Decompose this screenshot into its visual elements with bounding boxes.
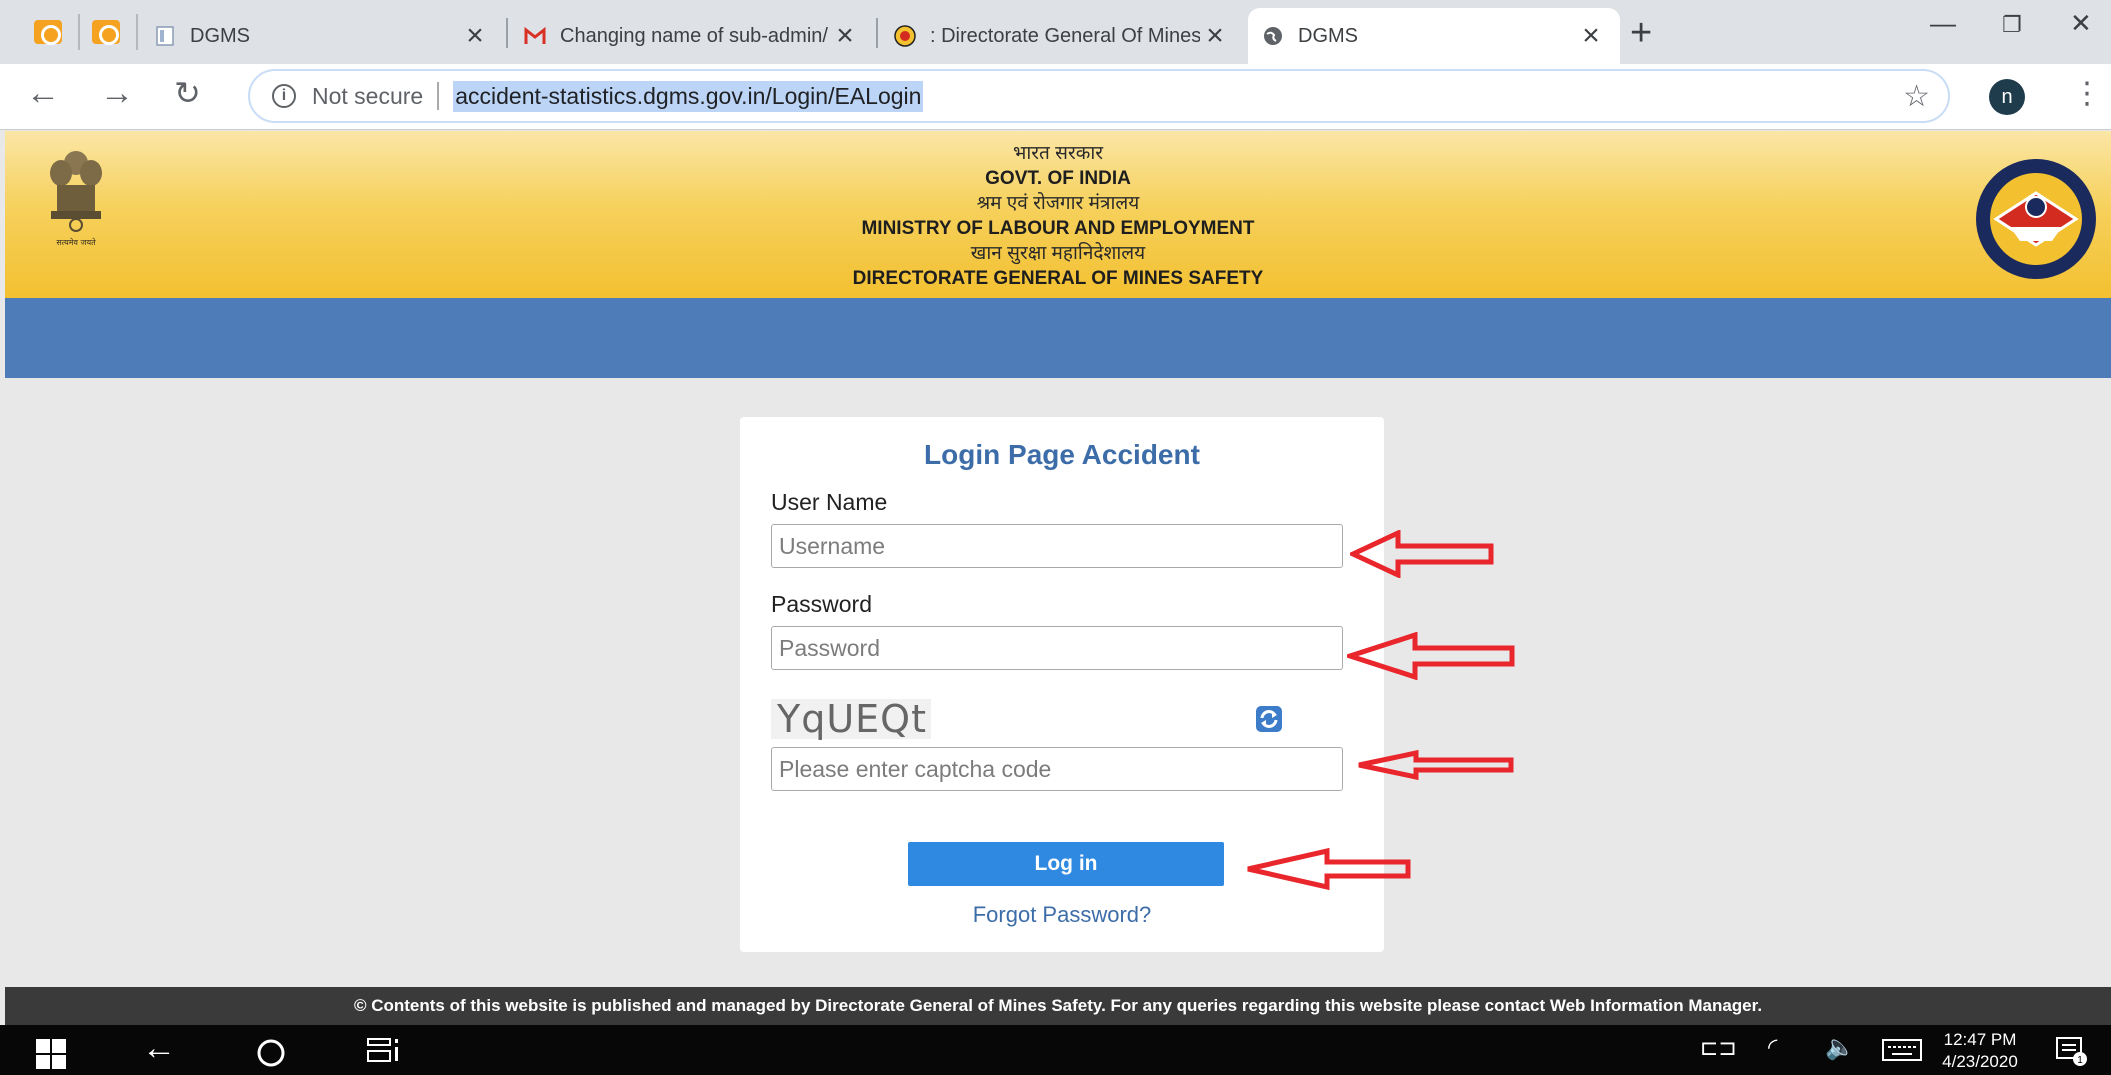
windows-start-icon[interactable] — [36, 1039, 66, 1069]
refresh-captcha-icon[interactable] — [1255, 705, 1283, 733]
header-line-hindi-govt: भारत सरकार — [1012, 143, 1104, 164]
keyboard-icon[interactable] — [1882, 1039, 1922, 1061]
volume-icon[interactable]: 🔈 — [1825, 1033, 1855, 1062]
header-line-hindi-ministry: श्रम एवं रोजगार मंत्रालय — [976, 193, 1140, 214]
globe-icon — [1264, 27, 1282, 45]
close-icon[interactable]: × — [460, 19, 490, 53]
taskbar: ← ⊏⊐ ◜ 🔈 12:47 PM 4/23/2020 1 — [0, 1025, 2111, 1075]
close-icon[interactable]: × — [830, 19, 860, 53]
info-icon[interactable]: i — [272, 84, 296, 108]
captcha-image: YqUEQt — [771, 699, 931, 739]
close-icon[interactable]: × — [1200, 19, 1230, 53]
new-tab-button[interactable]: + — [1630, 12, 1652, 55]
site-header: सत्यमेव जयते भारत सरकार GOVT. OF INDIA श… — [5, 131, 2111, 298]
profile-avatar[interactable]: n — [1989, 79, 2025, 115]
captcha-input[interactable] — [771, 747, 1343, 791]
task-view-icon[interactable] — [366, 1035, 400, 1067]
pinned-tab-icon[interactable] — [34, 20, 62, 45]
header-title-block: भारत सरकार GOVT. OF INDIA श्रम एवं रोजगा… — [5, 141, 2111, 291]
annotation-arrow-icon — [1350, 530, 1494, 578]
system-clock[interactable]: 12:47 PM 4/23/2020 — [1930, 1029, 2030, 1073]
annotation-arrow-icon — [1247, 848, 1411, 890]
clock-time: 12:47 PM — [1943, 1030, 2017, 1049]
dgms-favicon-icon — [894, 25, 916, 47]
login-title: Login Page Accident — [924, 439, 1200, 470]
browser-menu-icon[interactable]: ⋮ — [2072, 76, 2102, 111]
browser-toolbar: ← → ↻ i Not secure accident-statistics.d… — [0, 64, 2111, 130]
header-line-ministry: MINISTRY OF LABOUR AND EMPLOYMENT — [861, 218, 1255, 239]
username-label: User Name — [771, 489, 888, 515]
gmail-icon — [524, 26, 546, 44]
tab-gmail[interactable]: Changing name of sub-admin/ × — [510, 8, 874, 64]
url-text[interactable]: accident-statistics.dgms.gov.in/Login/EA… — [453, 80, 924, 112]
annotation-arrow-icon — [1347, 632, 1515, 680]
tab-directorate[interactable]: : Directorate General Of Mines × — [880, 8, 1244, 64]
window-close-button[interactable]: ✕ — [2070, 8, 2092, 39]
site-footer: © Contents of this website is published … — [5, 987, 2111, 1025]
tab-label: DGMS — [190, 24, 250, 47]
header-line-hindi-dgms: खान सुरक्षा महानिदेशालय — [970, 243, 1146, 264]
annotation-arrow-icon — [1358, 749, 1514, 781]
tab-divider — [876, 18, 878, 48]
back-arrow-icon[interactable]: ← — [142, 1029, 176, 1068]
address-bar[interactable]: i Not secure accident-statistics.dgms.go… — [248, 69, 1950, 123]
restore-button[interactable]: ❐ — [2002, 12, 2022, 38]
clock-date: 4/23/2020 — [1942, 1052, 2018, 1071]
back-button[interactable]: ← — [26, 74, 60, 113]
notification-center-icon[interactable]: 1 — [2054, 1035, 2088, 1067]
wifi-icon[interactable]: ◜ — [1768, 1033, 1777, 1062]
nav-band — [5, 298, 2111, 378]
login-button[interactable]: Log in — [908, 842, 1224, 886]
tab-dgms-1[interactable]: DGMS × — [140, 8, 504, 64]
header-line-dgms: DIRECTORATE GENERAL OF MINES SAFETY — [852, 268, 1264, 289]
minimize-button[interactable]: — — [1930, 8, 1956, 39]
document-icon — [156, 26, 174, 46]
tab-label: Changing name of sub-admin/ — [560, 24, 828, 47]
tab-dgms-active[interactable]: DGMS × — [1248, 8, 1620, 64]
tab-divider — [506, 18, 508, 48]
browser-tab-strip: DGMS × Changing name of sub-admin/ × : D… — [0, 0, 2111, 64]
header-line-govt: GOVT. OF INDIA — [985, 168, 1131, 189]
reload-button[interactable]: ↻ — [174, 74, 201, 112]
omnibox-divider — [437, 82, 440, 110]
security-label: Not secure — [312, 82, 424, 109]
bookmark-star-icon[interactable]: ☆ — [1903, 79, 1930, 114]
tab-divider — [136, 14, 138, 50]
tab-label: : Directorate General Of Mines — [930, 24, 1200, 47]
forward-button[interactable]: → — [100, 74, 134, 113]
password-input[interactable] — [771, 626, 1343, 670]
close-icon[interactable]: × — [1576, 19, 1606, 53]
username-input[interactable] — [771, 524, 1343, 568]
password-label: Password — [771, 591, 872, 617]
tab-divider — [78, 14, 80, 50]
notification-count: 1 — [2077, 1055, 2083, 1066]
dgms-logo-icon — [1976, 159, 2096, 279]
tab-label: DGMS — [1298, 24, 1358, 47]
forgot-password-link[interactable]: Forgot Password? — [740, 902, 1384, 928]
cortana-circle-icon[interactable] — [255, 1037, 287, 1069]
pinned-tab-icon[interactable] — [92, 20, 120, 45]
tablet-mode-icon[interactable]: ⊏⊐ — [1700, 1035, 1737, 1061]
